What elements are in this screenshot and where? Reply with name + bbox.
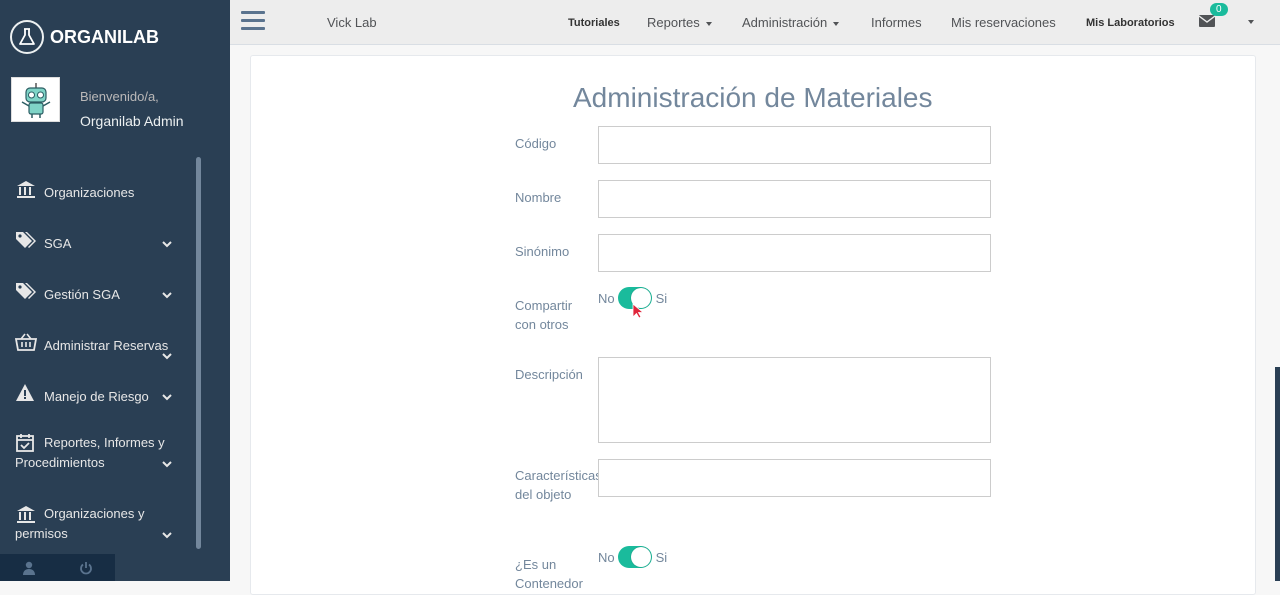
warning-icon <box>16 384 34 401</box>
nav-administracion-label: Administración <box>742 15 828 30</box>
avatar <box>11 77 60 122</box>
flask-icon <box>10 20 44 54</box>
basket-icon <box>15 333 37 351</box>
sidebar-scrollbar[interactable] <box>196 157 201 549</box>
caret-down-icon <box>705 21 712 26</box>
username: Organilab Admin <box>80 113 184 129</box>
sidebar-item-label: Administrar Reservas <box>44 338 169 353</box>
nav-informes[interactable]: Informes <box>871 15 922 30</box>
power-icon <box>79 561 92 574</box>
brand[interactable]: ORGANILAB <box>10 20 159 54</box>
form-panel <box>250 55 1256 595</box>
logout-button[interactable] <box>57 554 114 581</box>
sidebar-footer <box>0 554 115 581</box>
sidebar-item-label: Manejo de Riesgo <box>44 389 149 404</box>
chevron-down-icon <box>162 461 172 468</box>
chevron-down-icon <box>162 292 172 299</box>
envelope-icon[interactable] <box>1199 14 1215 28</box>
sidebar-item-label: Gestión SGA <box>44 287 120 302</box>
sidebar-menu: Organizaciones SGA Gestión SGA Administr… <box>0 166 195 563</box>
nav-reportes-label: Reportes <box>647 15 700 30</box>
profile: Bienvenido/a, Organilab Admin <box>11 77 184 129</box>
chevron-down-icon <box>162 532 172 539</box>
sidebar: ORGANILAB Bienvenido/a, Organilab Admin … <box>0 0 230 581</box>
nav-mis-reservaciones[interactable]: Mis reservaciones <box>951 15 1056 30</box>
sidebar-item-label: Organizaciones <box>44 185 135 200</box>
tags-icon <box>16 232 36 248</box>
chevron-down-icon <box>162 394 172 401</box>
sidebar-item-sga[interactable]: SGA <box>0 217 195 268</box>
brand-name: ORGANILAB <box>50 26 159 47</box>
institution-icon <box>17 181 35 198</box>
sidebar-item-manejo-riesgo[interactable]: Manejo de Riesgo <box>0 370 195 421</box>
top-navbar: Vick Lab Tutoriales Reportes Administrac… <box>230 0 1280 45</box>
nav-tutoriales[interactable]: Tutoriales <box>568 17 620 29</box>
nav-administracion[interactable]: Administración <box>742 15 840 30</box>
tags-icon <box>16 283 36 299</box>
sidebar-item-organizaciones[interactable]: Organizaciones <box>0 166 195 217</box>
sidebar-item-reportes[interactable]: Reportes, Informes y Procedimientos <box>0 421 195 492</box>
sidebar-item-organizaciones-permisos[interactable]: Organizaciones y permisos <box>0 492 195 563</box>
page-edge <box>1275 367 1280 581</box>
caret-down-icon <box>833 21 840 26</box>
sidebar-item-administrar-reservas[interactable]: Administrar Reservas <box>0 319 195 370</box>
sidebar-item-gestion-sga[interactable]: Gestión SGA <box>0 268 195 319</box>
nav-mis-laboratorios[interactable]: Mis Laboratorios <box>1086 17 1175 29</box>
sidebar-item-label: SGA <box>44 236 72 251</box>
profile-button[interactable] <box>0 554 57 581</box>
chevron-down-icon <box>162 353 172 360</box>
menu-toggle-icon[interactable] <box>241 11 265 31</box>
welcome-text: Bienvenido/a, <box>80 89 159 104</box>
sidebar-item-label: Organizaciones y permisos <box>15 506 145 541</box>
user-menu-caret-icon[interactable] <box>1248 20 1254 24</box>
current-lab[interactable]: Vick Lab <box>327 15 377 30</box>
notification-badge: 0 <box>1210 3 1228 16</box>
user-icon <box>22 561 35 575</box>
nav-reportes[interactable]: Reportes <box>647 15 712 30</box>
chevron-down-icon <box>162 241 172 248</box>
sidebar-item-label: Reportes, Informes y Procedimientos <box>15 435 165 470</box>
robot-avatar-icon <box>21 82 50 118</box>
